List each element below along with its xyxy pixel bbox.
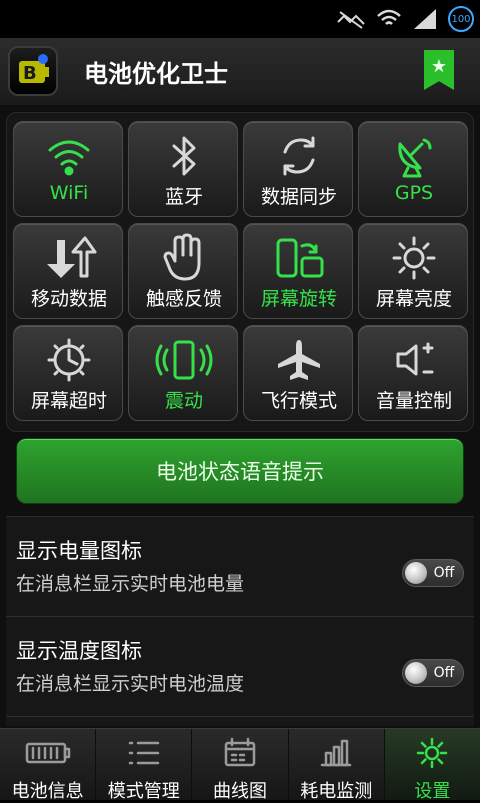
bluetooth-icon	[172, 136, 196, 176]
tab-battery-info[interactable]: 电池信息	[0, 729, 97, 802]
setting-subtitle: 在消息栏显示实时电池温度	[16, 673, 245, 695]
setting-subtitle: 在消息栏显示实时电池电量	[16, 573, 245, 595]
toggle-bluetooth[interactable]: 蓝牙	[128, 121, 238, 217]
setting-row-temperature-icon[interactable]: 显示温度图标 在消息栏显示实时电池温度 Off	[6, 617, 474, 717]
tab-settings[interactable]: 设置	[384, 729, 480, 802]
list-icon	[128, 741, 160, 765]
battery-icon: 100	[448, 6, 474, 32]
vibrate-icon	[155, 340, 213, 380]
toggle-mobile-data[interactable]: 移动数据	[13, 223, 123, 319]
tab-label: 设置	[414, 781, 451, 802]
sync-icon	[283, 136, 315, 176]
toggle-label: 数据同步	[260, 186, 337, 208]
main-content: WiFi 蓝牙 数据同步 GPS 移动数据 触感反馈 屏幕旋转 屏幕亮度 屏幕超…	[0, 106, 480, 728]
toggle-screen-rotate[interactable]: 屏幕旋转	[243, 223, 353, 319]
toggle-label: 飞行模式	[260, 390, 337, 412]
tab-mode-management[interactable]: 模式管理	[96, 729, 193, 802]
toggle-screen-timeout[interactable]: 屏幕超时	[13, 325, 123, 421]
tab-label: 耗电监测	[300, 781, 373, 802]
battery-icon-switch[interactable]: Off	[402, 559, 464, 587]
toggle-haptic[interactable]: 触感反馈	[128, 223, 238, 319]
toggle-label: 屏幕旋转	[260, 288, 337, 310]
toggle-label: WiFi	[49, 182, 89, 204]
setting-row-battery-icon[interactable]: 显示电量图标 在消息栏显示实时电池电量 Off	[6, 517, 474, 617]
gps-dish-icon	[398, 138, 432, 178]
svg-text:B: B	[23, 63, 37, 84]
screen-rotate-icon	[276, 238, 324, 278]
settings-list: 显示电量图标 在消息栏显示实时电池电量 Off 显示温度图标 在消息栏显示实时电…	[6, 516, 474, 726]
toggle-brightness[interactable]: 屏幕亮度	[358, 223, 468, 319]
wifi-icon	[377, 9, 401, 25]
timeout-icon	[47, 338, 91, 382]
switch-knob	[405, 662, 427, 684]
toggle-volume[interactable]: 音量控制	[358, 325, 468, 421]
volume-icon	[396, 342, 434, 376]
setting-title: 显示温度图标	[16, 639, 142, 663]
battery-level: 100	[451, 13, 471, 25]
wifi-icon	[48, 140, 90, 176]
switch-state: Off	[433, 665, 455, 681]
toggle-label: 移动数据	[30, 288, 107, 310]
battery-info-icon	[25, 742, 70, 764]
tab-label: 曲线图	[213, 781, 267, 802]
gear-icon	[417, 737, 448, 769]
toggle-sync[interactable]: 数据同步	[243, 121, 353, 217]
haptic-hand-icon	[163, 233, 201, 281]
star-bookmark-icon[interactable]: ★	[424, 50, 454, 90]
app-title: 电池优化卫士	[84, 60, 228, 88]
toggle-label: 屏幕亮度	[375, 288, 452, 310]
toggle-label: 音量控制	[375, 390, 452, 412]
setting-title: 显示电量图标	[16, 539, 142, 563]
mobile-data-icon	[47, 236, 97, 278]
toggle-gps[interactable]: GPS	[358, 121, 468, 217]
tab-power-monitor[interactable]: 耗电监测	[289, 729, 385, 802]
app-bar: B 电池优化卫士 ★	[0, 38, 480, 106]
status-bar: 100	[0, 0, 480, 38]
toggle-vibrate[interactable]: 震动	[128, 325, 238, 421]
status-icons: 100	[336, 6, 474, 32]
toggle-wifi[interactable]: WiFi	[13, 121, 123, 217]
no-signal-icon	[337, 11, 365, 29]
calendar-chart-icon	[224, 737, 256, 767]
toggle-label: 蓝牙	[164, 186, 203, 208]
battery-logo-icon[interactable]: B	[8, 46, 58, 96]
quick-toggle-panel: WiFi 蓝牙 数据同步 GPS 移动数据 触感反馈 屏幕旋转 屏幕亮度 屏幕超…	[6, 112, 474, 432]
switch-knob	[405, 562, 427, 584]
tab-label: 模式管理	[107, 781, 180, 802]
toggle-label: 触感反馈	[145, 288, 222, 310]
toggle-grid: WiFi 蓝牙 数据同步 GPS 移动数据 触感反馈 屏幕旋转 屏幕亮度 屏幕超…	[13, 121, 469, 427]
airplane-icon	[278, 340, 320, 380]
toggle-label: 屏幕超时	[30, 390, 107, 412]
cell-signal-icon	[414, 9, 436, 29]
tab-label: 电池信息	[11, 781, 84, 802]
bottom-tab-bar: 电池信息 模式管理 曲线图 耗电监测 设置	[0, 728, 480, 802]
toggle-label: 震动	[164, 390, 203, 412]
bar-chart-icon	[320, 739, 352, 767]
toggle-label: GPS	[394, 182, 434, 204]
voice-prompt-button[interactable]: 电池状态语音提示	[16, 438, 464, 504]
toggle-airplane[interactable]: 飞行模式	[243, 325, 353, 421]
tab-curve-chart[interactable]: 曲线图	[192, 729, 289, 802]
temperature-icon-switch[interactable]: Off	[402, 659, 464, 687]
switch-state: Off	[433, 565, 455, 581]
brightness-icon	[392, 236, 436, 280]
